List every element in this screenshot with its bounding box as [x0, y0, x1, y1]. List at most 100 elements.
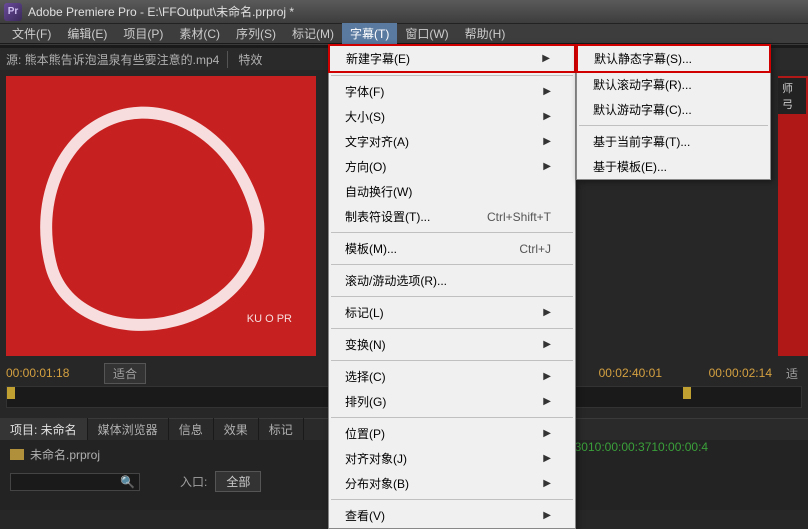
menu-item-roll-options[interactable]: 滚动/游动选项(R)... — [329, 268, 575, 293]
menu-item-arrange[interactable]: 排列(G) ▶ — [329, 389, 575, 414]
menu-item-position[interactable]: 位置(P) ▶ — [329, 421, 575, 446]
submenu-arrow-icon: ▶ — [543, 396, 551, 407]
menu-separator — [331, 499, 573, 500]
preview-watermark: KU O PR — [247, 312, 292, 326]
submenu-item-still[interactable]: 默认静态字幕(S)... — [576, 44, 771, 73]
menu-item-logo[interactable]: 标记(L)▶ — [329, 300, 575, 325]
menu-window[interactable]: 窗口(W) — [397, 23, 456, 44]
program-timecode[interactable]: 00:00:02:14 — [709, 366, 772, 380]
source-tab-effects[interactable]: 特效 — [227, 51, 262, 68]
menu-item-new-title[interactable]: 新建字幕(E)▶ — [328, 44, 576, 73]
menu-item-direction[interactable]: 方向(O) ▶ — [329, 154, 575, 179]
zoom-fit-2[interactable]: 适 — [786, 365, 798, 382]
menu-separator — [331, 417, 573, 418]
program-monitor-edge: 师弓 — [778, 76, 808, 356]
submenu-item-template[interactable]: 基于模板(E)... — [577, 154, 770, 179]
menu-item-label: 排列(G) — [345, 393, 386, 410]
menu-item-label: 大小(S) — [345, 108, 385, 125]
search-input[interactable]: 🔍 — [10, 473, 140, 491]
menu-item-view[interactable]: 查看(V)▶ — [329, 503, 575, 528]
tab-info[interactable]: 信息 — [169, 418, 214, 441]
menu-item-wrap[interactable]: 自动换行(W) — [329, 179, 575, 204]
submenu-arrow-icon: ▶ — [543, 428, 551, 439]
menu-item-template[interactable]: 模板(M)... Ctrl+J — [329, 236, 575, 261]
submenu-item-roll[interactable]: 默认滚动字幕(R)... — [577, 72, 770, 97]
playhead-marker-2[interactable] — [683, 387, 691, 399]
duration-timecode: 00:02:40:01 — [599, 366, 662, 380]
menu-shortcut: Ctrl+J — [519, 242, 551, 256]
menu-sequence[interactable]: 序列(S) — [228, 23, 284, 44]
menu-item-label: 默认滚动字幕(R)... — [593, 76, 692, 93]
submenu-arrow-icon: ▶ — [543, 478, 551, 489]
menu-item-transform[interactable]: 变换(N) ▶ — [329, 332, 575, 357]
submenu-arrow-icon: ▶ — [543, 111, 551, 122]
source-timecode[interactable]: 00:00:01:18 — [6, 366, 96, 380]
menu-clip[interactable]: 素材(C) — [171, 23, 228, 44]
menu-project[interactable]: 项目(P) — [115, 23, 171, 44]
window-title: Adobe Premiere Pro - E:\FFOutput\未命名.prp… — [28, 3, 294, 20]
search-icon: 🔍 — [120, 475, 135, 489]
menu-help[interactable]: 帮助(H) — [457, 23, 514, 44]
menu-item-align-objects[interactable]: 对齐对象(J) ▶ — [329, 446, 575, 471]
menu-separator — [331, 360, 573, 361]
new-title-submenu: 默认静态字幕(S)... 默认滚动字幕(R)... 默认游动字幕(C)... 基… — [576, 44, 771, 180]
menu-file[interactable]: 文件(F) — [4, 23, 59, 44]
menu-item-distribute[interactable]: 分布对象(B) ▶ — [329, 471, 575, 496]
menu-separator — [579, 125, 768, 126]
menu-item-size[interactable]: 大小(S) ▶ — [329, 104, 575, 129]
bin-icon — [10, 449, 24, 460]
source-label: 源: 熊本熊告诉泡温泉有些要注意的.mp4 — [6, 51, 219, 68]
menu-edit[interactable]: 编辑(E) — [59, 23, 115, 44]
submenu-arrow-icon: ▶ — [543, 453, 551, 464]
tab-media-browser[interactable]: 媒体浏览器 — [88, 418, 169, 441]
menu-item-label: 位置(P) — [345, 425, 385, 442]
menu-item-font[interactable]: 字体(F)▶ — [329, 79, 575, 104]
menu-item-label: 制表符设置(T)... — [345, 208, 430, 225]
tab-markers[interactable]: 标记 — [259, 418, 304, 441]
menu-item-label: 滚动/游动选项(R)... — [345, 272, 447, 289]
source-monitor[interactable]: KU O PR — [6, 76, 316, 356]
submenu-item-crawl[interactable]: 默认游动字幕(C)... — [577, 97, 770, 122]
in-value-dropdown[interactable]: 全部 — [215, 471, 261, 492]
menu-title[interactable]: 字幕(T) — [342, 23, 397, 44]
menu-item-label: 基于当前字幕(T)... — [593, 133, 690, 150]
menu-shortcut: Ctrl+Shift+T — [487, 210, 551, 224]
menu-item-label: 文字对齐(A) — [345, 133, 409, 150]
submenu-arrow-icon: ▶ — [543, 161, 551, 172]
tab-project[interactable]: 项目: 未命名 — [0, 418, 88, 441]
submenu-arrow-icon: ▶ — [543, 371, 551, 382]
menu-item-label: 分布对象(B) — [345, 475, 409, 492]
menu-separator — [331, 328, 573, 329]
menu-item-label: 变换(N) — [345, 336, 386, 353]
badge: 师弓 — [778, 78, 806, 114]
menu-separator — [331, 296, 573, 297]
menu-item-label: 默认静态字幕(S)... — [594, 50, 692, 67]
menu-item-label: 标记(L) — [345, 304, 384, 321]
menu-item-align[interactable]: 文字对齐(A) ▶ — [329, 129, 575, 154]
menu-item-select[interactable]: 选择(C) ▶ — [329, 364, 575, 389]
menu-bar: 文件(F) 编辑(E) 项目(P) 素材(C) 序列(S) 标记(M) 字幕(T… — [0, 24, 808, 44]
menu-item-tabstops[interactable]: 制表符设置(T)... Ctrl+Shift+T — [329, 204, 575, 229]
submenu-item-current[interactable]: 基于当前字幕(T)... — [577, 129, 770, 154]
menu-item-label: 自动换行(W) — [345, 183, 412, 200]
zoom-fit[interactable]: 适合 — [104, 363, 146, 384]
app-logo: Pr — [4, 3, 22, 21]
project-filename: 未命名.prproj — [30, 446, 100, 463]
menu-separator — [331, 232, 573, 233]
menu-item-label: 对齐对象(J) — [345, 450, 407, 467]
menu-item-label: 新建字幕(E) — [346, 50, 410, 67]
playhead-marker[interactable] — [7, 387, 15, 399]
submenu-arrow-icon: ▶ — [543, 339, 551, 350]
submenu-arrow-icon: ▶ — [543, 136, 551, 147]
menu-item-label: 模板(M)... — [345, 240, 397, 257]
menu-marker[interactable]: 标记(M) — [284, 23, 342, 44]
menu-item-label: 选择(C) — [345, 368, 386, 385]
title-bar: Pr Adobe Premiere Pro - E:\FFOutput\未命名.… — [0, 0, 808, 24]
tab-effects[interactable]: 效果 — [214, 418, 259, 441]
in-label: 入口: — [180, 473, 207, 490]
menu-item-label: 方向(O) — [345, 158, 386, 175]
title-dropdown-menu: 新建字幕(E)▶ 字体(F)▶ 大小(S)▶ 文字对齐(A)▶ 方向(O)▶ 自… — [328, 44, 576, 529]
menu-item-label: 默认游动字幕(C)... — [593, 101, 692, 118]
menu-item-label: 基于模板(E)... — [593, 158, 667, 175]
submenu-arrow-icon: ▶ — [543, 86, 551, 97]
